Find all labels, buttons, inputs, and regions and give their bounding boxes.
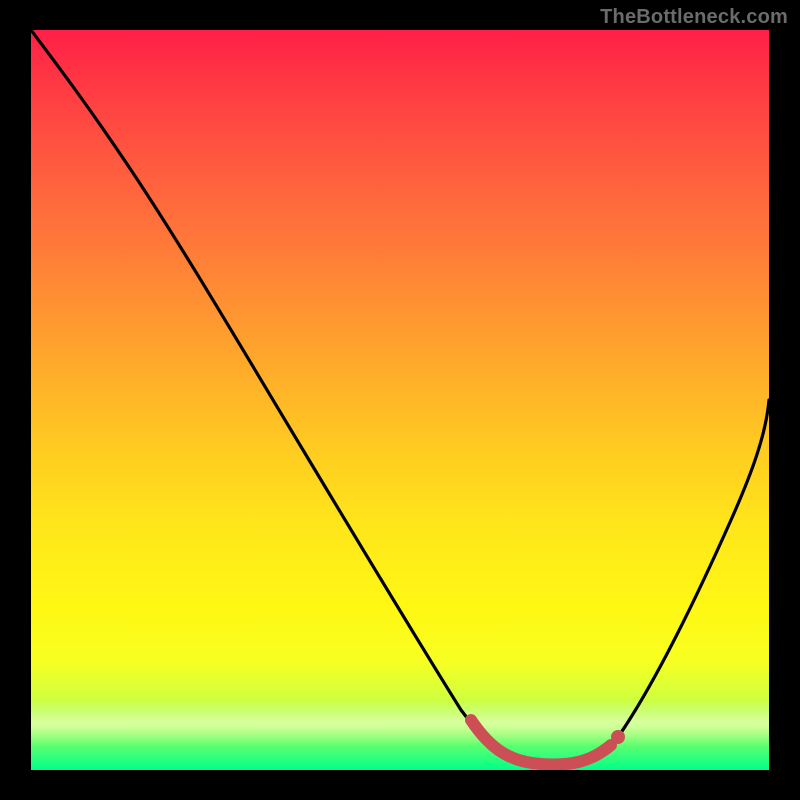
gradient-highlight-band [31, 700, 769, 746]
watermark-text: TheBottleneck.com [600, 6, 788, 29]
chart-frame: TheBottleneck.com [0, 0, 800, 800]
optimal-range-end-dot [611, 730, 625, 744]
plot-area [31, 30, 769, 770]
optimal-range-highlight [471, 720, 611, 764]
bottleneck-curve [31, 30, 769, 764]
curve-layer [31, 30, 769, 770]
